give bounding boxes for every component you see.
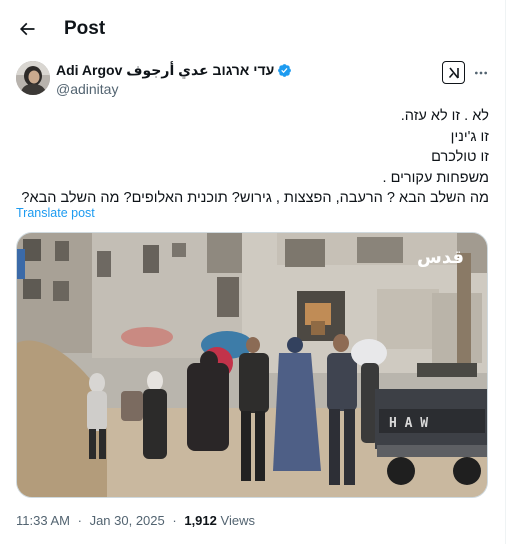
translate-post-link[interactable]: Translate post [16,206,95,220]
back-button[interactable] [12,14,42,44]
author-display-name[interactable]: Adi Argov עדי ארגוב عدي أرجوف [56,61,274,79]
author-row: Adi Argov עדי ארגוב عدي أرجوف @adinitay [16,58,492,102]
author-name-line: Adi Argov עדי ארגוב عدي أرجوف [56,61,292,79]
photo-watermark: قدس [417,247,464,268]
truck-text: H A W [389,416,428,431]
post-date[interactable]: Jan 30, 2025 [90,513,165,528]
more-options-button[interactable] [470,62,492,84]
arrow-left-icon [19,22,35,36]
tweet-line: זו טולכרם [431,149,489,165]
meta-separator: · [172,513,177,528]
meta-separator: · [77,513,82,528]
tweet-photo[interactable]: قدس H A W [16,232,488,498]
author-handle[interactable]: @adinitay [56,80,292,99]
tweet-line: משפחות עקורים . [382,169,489,186]
post-time[interactable]: 11:33 AM [16,513,70,528]
verified-badge-icon [277,63,292,78]
views-count: 1,912 [184,513,217,528]
page-title: Post [64,18,106,39]
author-info: Adi Argov עדי ארגוב عدي أرجوف @adinitay [56,61,292,99]
post-page: Post Adi Argov עדי ארגוב عدي أرجوف @adin… [0,0,506,544]
grok-button[interactable] [442,61,465,84]
page-header: Post [0,0,506,58]
more-icon [475,71,487,75]
tweet-text: לא . זו לא עזה. זו ג'ינין זו טולכרם משפח… [13,106,489,209]
grok-icon [448,67,459,78]
tweet-line: זו ג'ינין [450,128,489,145]
tweet-line: לא . זו לא עזה. [400,108,489,124]
post-meta: 11:33 AM · Jan 30, 2025 · 1,912 Views [16,512,255,530]
avatar[interactable] [16,61,50,95]
views-label: Views [220,513,255,528]
